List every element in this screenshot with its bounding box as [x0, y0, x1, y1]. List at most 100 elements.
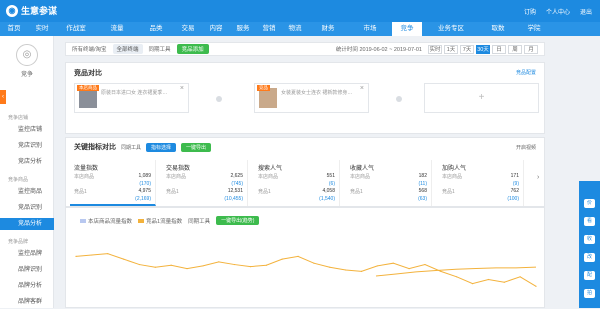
- app-logo[interactable]: ◉ 生意参谋: [6, 4, 57, 17]
- terminal-chip[interactable]: 全部终端: [112, 44, 143, 54]
- data-point[interactable]: [154, 266, 156, 268]
- metric-column[interactable]: 交易指数 本店商品 2,625 (745) 竞品1 12,531 (10,455): [162, 160, 248, 206]
- own-change: (745): [231, 181, 243, 187]
- profile-link[interactable]: 个人中心: [546, 7, 570, 16]
- metric-comp-sub-row: (1,540): [258, 196, 335, 202]
- row-label: 竞品1: [166, 189, 179, 195]
- data-point[interactable]: [408, 268, 410, 270]
- date-button[interactable]: 30天: [476, 44, 490, 54]
- data-point[interactable]: [471, 283, 474, 285]
- export-button[interactable]: 一键导出: [181, 142, 212, 152]
- tool-label[interactable]: 同期工具: [149, 45, 171, 53]
- data-point[interactable]: [218, 261, 220, 263]
- nav-item[interactable]: 取数: [480, 22, 516, 36]
- nav-item[interactable]: 服务: [230, 22, 256, 36]
- float-tool-icon[interactable]: 改: [584, 253, 595, 262]
- nav-item[interactable]: 品类: [138, 22, 174, 36]
- data-point[interactable]: [487, 278, 490, 281]
- date-button[interactable]: 7天: [460, 44, 474, 54]
- metric-select-button[interactable]: 指标选择: [146, 142, 177, 152]
- float-tool-icon[interactable]: 价: [584, 199, 595, 208]
- data-point[interactable]: [376, 265, 378, 267]
- sidebar-item[interactable]: 品牌分析: [0, 280, 54, 292]
- nav-item[interactable]: 交易: [174, 22, 202, 36]
- compare-config-link[interactable]: 竞品配置: [516, 69, 536, 76]
- metrics-card: 关键指标对比 同期工具 指标选择 一键导出 开启视频 流量指数 本店商品 1,089…: [65, 137, 545, 207]
- data-point[interactable]: [503, 281, 505, 283]
- nav-item[interactable]: 实时: [28, 22, 56, 36]
- data-point[interactable]: [519, 276, 521, 278]
- data-point[interactable]: [107, 253, 109, 255]
- metric-column[interactable]: 收藏人气 本店商品 182 (11) 竞品1 568 (63): [346, 160, 432, 206]
- nav-item[interactable]: 内容: [202, 22, 230, 36]
- data-point[interactable]: [329, 266, 331, 268]
- sidebar-item[interactable]: 监控品牌: [0, 248, 54, 260]
- date-button[interactable]: 日: [492, 44, 506, 54]
- float-tool-icon[interactable]: 看: [584, 217, 595, 226]
- nav-item[interactable]: 首页: [0, 22, 28, 36]
- data-point[interactable]: [313, 262, 315, 264]
- data-point[interactable]: [281, 258, 283, 260]
- data-point[interactable]: [202, 265, 204, 267]
- metric-comp-row: 竞品1 12,531: [166, 188, 243, 195]
- float-tool-icon[interactable]: 收: [584, 235, 595, 244]
- date-button[interactable]: 实时: [428, 44, 442, 54]
- data-point[interactable]: [75, 255, 77, 257]
- sidebar-item[interactable]: 品牌识别: [0, 264, 54, 276]
- sidebar-item[interactable]: 竞品分析: [0, 218, 54, 230]
- date-button[interactable]: 周: [508, 44, 522, 54]
- sidebar-item[interactable]: 竞品识别: [0, 202, 54, 214]
- data-point[interactable]: [345, 269, 347, 271]
- date-button[interactable]: 1天: [444, 44, 458, 54]
- float-tool-icon[interactable]: 配: [584, 271, 595, 280]
- sidebar-item[interactable]: 竞店分析: [0, 156, 54, 168]
- float-tool-icon[interactable]: 拍: [584, 289, 595, 298]
- nav-item[interactable]: 作战室: [56, 22, 96, 36]
- data-point[interactable]: [360, 270, 363, 272]
- close-icon[interactable]: ×: [360, 85, 364, 92]
- data-point[interactable]: [249, 266, 252, 268]
- nav-item[interactable]: 营销: [256, 22, 282, 36]
- nav-item[interactable]: 竞争: [392, 22, 422, 36]
- order-link[interactable]: 订购: [524, 7, 536, 16]
- sidebar-item[interactable]: 品牌客群: [0, 296, 54, 308]
- competitor-product-box[interactable]: 竞品 女装夏装女士连衣 裙新款修身… ×: [254, 83, 369, 113]
- data-point[interactable]: [170, 264, 172, 266]
- metrics-tool-label[interactable]: 同期工具: [121, 144, 141, 151]
- logout-link[interactable]: 退出: [580, 7, 592, 16]
- data-point[interactable]: [265, 264, 267, 266]
- add-product-button[interactable]: +: [424, 83, 539, 113]
- metric-column[interactable]: 加购人气 本店商品 171 (9) 竞品1 762 (100): [438, 160, 524, 206]
- data-point[interactable]: [138, 263, 141, 266]
- nav-item[interactable]: 物流: [282, 22, 308, 36]
- video-link[interactable]: 开启视频: [516, 144, 536, 151]
- sidebar-item[interactable]: 竞店识别: [0, 140, 54, 152]
- nav-item[interactable]: 市场: [348, 22, 392, 36]
- own-product-box[interactable]: 本店商品 原装日本进口女 连衣裙夏季… ×: [74, 83, 189, 113]
- data-point[interactable]: [456, 276, 458, 278]
- nav-item[interactable]: 业务专区: [422, 22, 480, 36]
- data-point[interactable]: [392, 262, 394, 264]
- data-point[interactable]: [424, 263, 426, 266]
- close-icon[interactable]: ×: [180, 85, 184, 92]
- nav-item[interactable]: 流量: [96, 22, 138, 36]
- sidebar-item[interactable]: 监控商品: [0, 186, 54, 198]
- data-point[interactable]: [186, 268, 188, 270]
- data-point[interactable]: [234, 263, 236, 266]
- next-arrow-icon[interactable]: ›: [537, 174, 539, 181]
- sidebar-item[interactable]: 监控店铺: [0, 124, 54, 136]
- date-button[interactable]: 月: [524, 44, 538, 54]
- filter-bar: 所有终端/淘宝 全部终端 同期工具 竞品添加 统计时间 2019-06-02 ~…: [65, 42, 545, 56]
- app-name: 生意参谋: [21, 6, 58, 16]
- add-competitor-button[interactable]: 竞品添加: [176, 44, 209, 54]
- data-point[interactable]: [297, 255, 299, 257]
- data-point[interactable]: [122, 258, 125, 260]
- metric-column[interactable]: 搜索人气 本店商品 551 (6) 竞品1 4,058 (1,540): [254, 160, 340, 206]
- metric-column[interactable]: 流量指数 本店商品 1,089 (170) 竞品1 4,975 (2,169): [70, 160, 156, 206]
- data-point[interactable]: [440, 270, 442, 272]
- data-point[interactable]: [91, 254, 93, 256]
- nav-item[interactable]: 学院: [516, 22, 552, 36]
- nav-item[interactable]: 财务: [308, 22, 348, 36]
- data-point[interactable]: [535, 285, 537, 287]
- sidebar-toggle[interactable]: ‹: [0, 90, 6, 104]
